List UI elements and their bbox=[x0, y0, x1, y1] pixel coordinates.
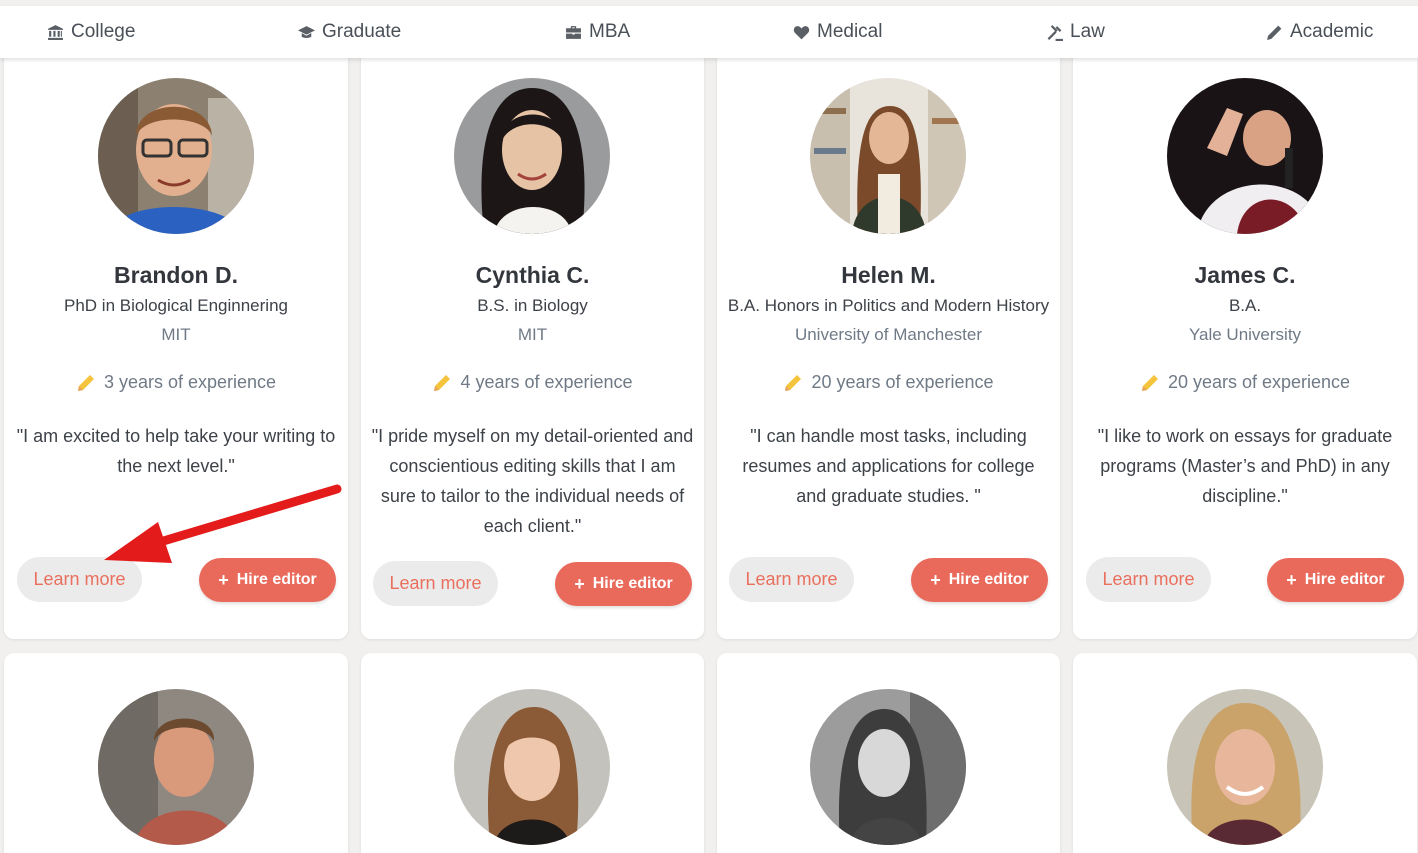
nav-label-academic: Academic bbox=[1290, 21, 1374, 42]
experience-text: 3 years of experience bbox=[103, 372, 277, 392]
nav-item-medical[interactable]: Medical bbox=[793, 6, 882, 58]
learn-more-button[interactable]: Learn more bbox=[729, 557, 854, 602]
avatar bbox=[454, 78, 610, 234]
hire-editor-label: Hire editor bbox=[592, 575, 673, 592]
avatar bbox=[810, 78, 966, 234]
nav-label-graduate: Graduate bbox=[322, 21, 402, 42]
hire-editor-button[interactable]: + Hire editor bbox=[199, 558, 336, 602]
editor-quote: "I like to work on essays for graduate p… bbox=[1097, 426, 1393, 506]
editor-school: Yale University bbox=[1188, 325, 1302, 344]
editor-card: Helen M. B.A. Honors in Politics and Mod… bbox=[717, 50, 1060, 639]
category-nav: College Graduate MBA Medical Law Academi… bbox=[0, 6, 1418, 58]
experience-line: 20 years of experience bbox=[717, 372, 1060, 393]
editor-card: Brandon D. PhD in Biological Enginnering… bbox=[4, 50, 348, 639]
editor-card: James C. B.A. Yale University 20 years o… bbox=[1073, 50, 1417, 639]
avatar bbox=[1167, 689, 1323, 845]
learn-more-button[interactable]: Learn more bbox=[17, 557, 142, 602]
experience-text: 20 years of experience bbox=[811, 372, 994, 392]
nav-item-law[interactable]: Law bbox=[1046, 6, 1105, 58]
editor-degree: PhD in Biological Enginnering bbox=[64, 296, 288, 315]
hire-editor-label: Hire editor bbox=[948, 571, 1029, 588]
nav-label-medical: Medical bbox=[817, 21, 883, 42]
plus-icon: + bbox=[1286, 569, 1297, 590]
editor-school: MIT bbox=[517, 325, 548, 344]
editor-name: James C. bbox=[1194, 262, 1296, 288]
nav-label-mba: MBA bbox=[589, 21, 631, 42]
graduation-cap-icon bbox=[298, 25, 315, 38]
nav-item-mba[interactable]: MBA bbox=[565, 6, 630, 58]
hire-editor-button[interactable]: + Hire editor bbox=[555, 562, 692, 606]
editor-degree: B.A. bbox=[1228, 296, 1262, 315]
editor-degree: B.A. Honors in Politics and Modern Histo… bbox=[727, 296, 1050, 315]
heart-icon bbox=[793, 25, 810, 39]
hire-editor-label: Hire editor bbox=[236, 571, 317, 588]
institution-icon bbox=[48, 24, 63, 40]
experience-line: 4 years of experience bbox=[361, 372, 704, 393]
editor-quote: "I am excited to help take your writing … bbox=[16, 426, 336, 476]
pencil-icon bbox=[1141, 374, 1158, 391]
plus-icon: + bbox=[574, 573, 585, 594]
nav-item-graduate[interactable]: Graduate bbox=[298, 6, 401, 58]
pencil-icon bbox=[785, 374, 802, 391]
plus-icon: + bbox=[930, 569, 941, 590]
editor-card bbox=[4, 653, 348, 853]
hire-editor-label: Hire editor bbox=[1304, 571, 1385, 588]
nav-item-college[interactable]: College bbox=[47, 6, 135, 58]
gavel-icon bbox=[1047, 24, 1063, 41]
editor-card bbox=[1073, 653, 1417, 853]
avatar bbox=[98, 78, 254, 234]
nav-item-academic[interactable]: Academic bbox=[1266, 6, 1373, 58]
nav-label-college: College bbox=[71, 21, 136, 42]
editor-quote: "I can handle most tasks, including resu… bbox=[742, 426, 1035, 506]
editor-card bbox=[361, 653, 704, 853]
experience-text: 20 years of experience bbox=[1167, 372, 1351, 392]
experience-line: 20 years of experience bbox=[1073, 372, 1417, 393]
pencil-icon bbox=[1267, 25, 1282, 40]
editor-name: Helen M. bbox=[841, 262, 936, 288]
avatar bbox=[454, 689, 610, 845]
avatar bbox=[810, 689, 966, 845]
learn-more-button[interactable]: Learn more bbox=[373, 561, 498, 606]
hire-editor-button[interactable]: + Hire editor bbox=[1267, 558, 1404, 602]
plus-icon: + bbox=[218, 569, 229, 590]
editor-quote: "I pride myself on my detail-oriented an… bbox=[371, 426, 694, 536]
editor-card: Cynthia C. B.S. in Biology MIT 4 years o… bbox=[361, 50, 704, 639]
editor-degree: B.S. in Biology bbox=[477, 296, 588, 315]
pencil-icon bbox=[434, 374, 451, 391]
editor-name: Cynthia C. bbox=[475, 262, 590, 288]
editor-name: Brandon D. bbox=[114, 262, 238, 288]
experience-text: 4 years of experience bbox=[460, 372, 633, 392]
editor-card bbox=[717, 653, 1060, 853]
learn-more-button[interactable]: Learn more bbox=[1086, 557, 1211, 602]
briefcase-icon bbox=[566, 25, 581, 39]
hire-editor-button[interactable]: + Hire editor bbox=[911, 558, 1048, 602]
avatar bbox=[1167, 78, 1323, 234]
avatar bbox=[98, 689, 254, 845]
experience-line: 3 years of experience bbox=[4, 372, 348, 393]
editor-school: MIT bbox=[161, 325, 191, 344]
editor-school: University of Manchester bbox=[794, 325, 983, 344]
pencil-icon bbox=[77, 374, 94, 391]
nav-label-law: Law bbox=[1070, 21, 1105, 42]
